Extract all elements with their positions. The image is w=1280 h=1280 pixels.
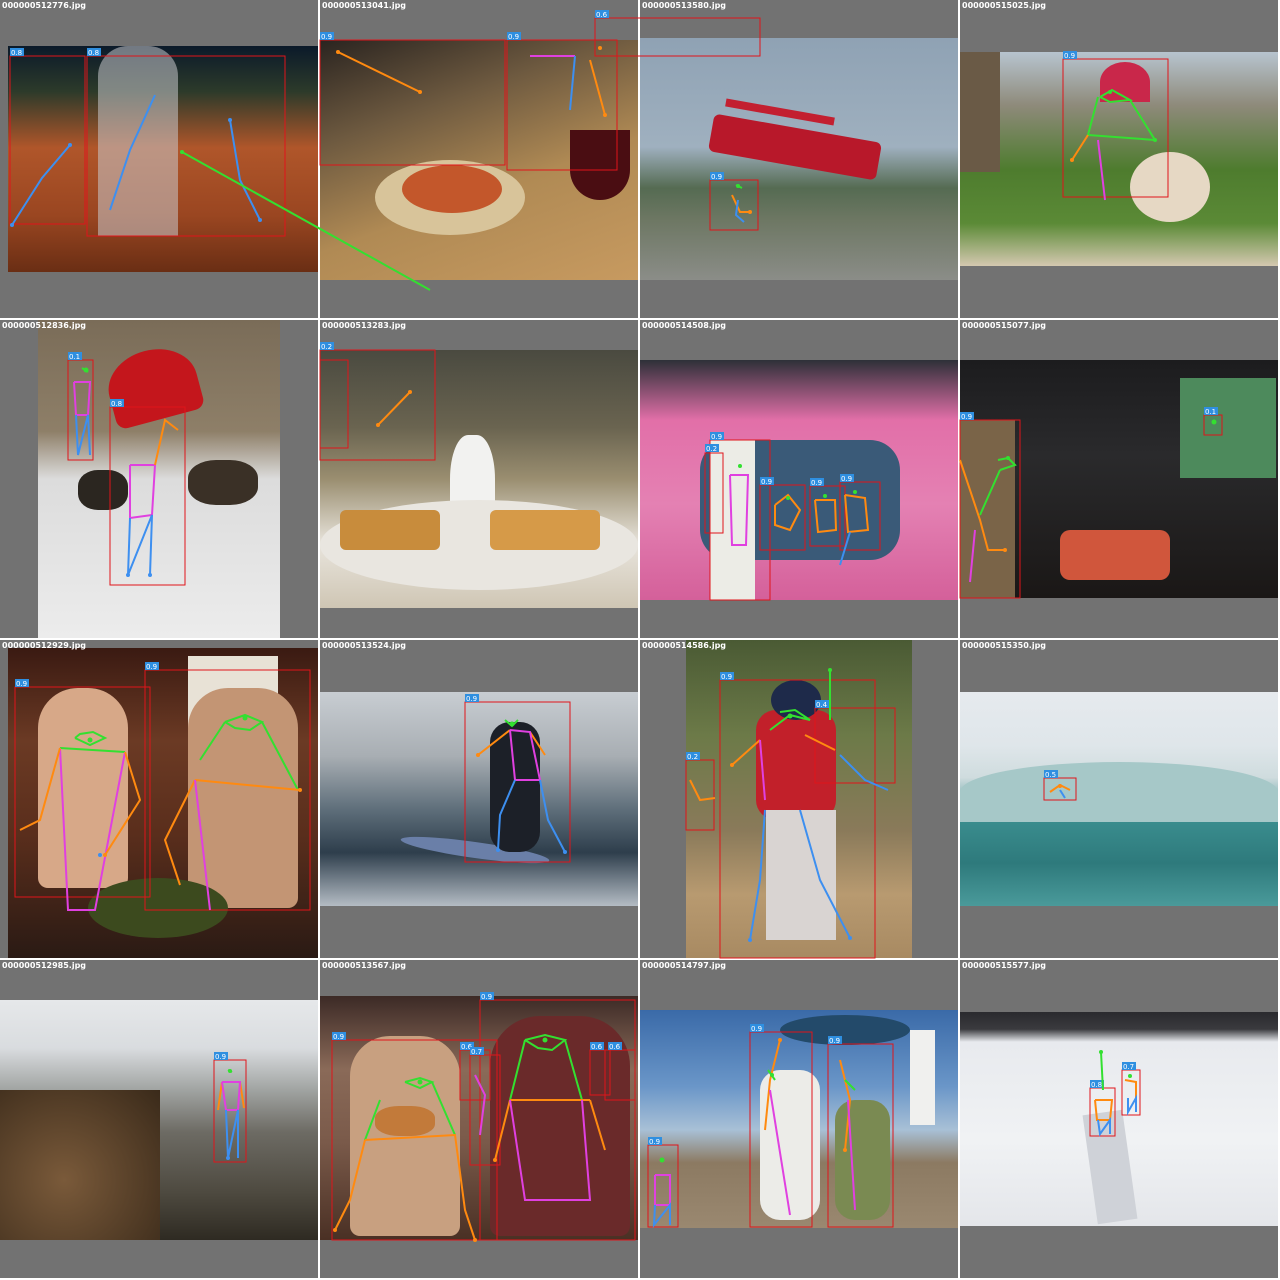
tile-514508: 000000514508.jpg 0.9 0.2 0.9 0.9 0.9 [640,320,958,638]
photo-baseball-batter [686,640,912,958]
photo-surfer-wave [320,692,638,906]
photo-pink-tv-booth [640,360,958,600]
photo-rabbid-toy-food [320,350,638,608]
photo-girls-cooking [8,648,318,958]
pose-detection-mosaic: 000000512776.jpg 0.8 0.8 000000513041.jp… [0,0,1280,1280]
photo-bar-projector [960,360,1278,598]
tile-filename: 000000512929.jpg [2,641,87,650]
tile-filename: 000000514508.jpg [642,321,727,330]
photo-baseball-catcher [8,46,318,272]
photo-hotdog-friends [320,996,638,1240]
tile-515025: 000000515025.jpg 0.9 [960,0,1278,318]
tile-512776: 000000512776.jpg 0.8 0.8 [0,0,431,318]
tile-513283: 000000513283.jpg 0.2 [319,320,638,638]
tile-514797: 000000514797.jpg 0.9 0.9 0.9 [640,960,958,1278]
tile-515577: 000000515577.jpg 0.8 0.7 [960,960,1278,1278]
tile-filename: 000000514586.jpg [642,641,727,650]
tile-filename: 000000513041.jpg [322,1,407,10]
tile-515077: 000000515077.jpg 0.9 0.1 [959,320,1278,638]
tile-filename: 000000513283.jpg [322,321,407,330]
tile-513524: 000000513524.jpg 0.9 [320,640,638,958]
tile-filename: 000000512836.jpg [2,321,87,330]
tile-filename: 000000513524.jpg [322,641,407,650]
tile-filename: 000000512776.jpg [2,1,87,10]
tile-filename: 000000515077.jpg [962,321,1047,330]
tile-filename: 000000513580.jpg [642,1,727,10]
photo-biplane-motorcycle [640,38,958,280]
photo-woman-cat [960,52,1278,266]
tile-512985: 000000512985.jpg 0.9 [0,960,318,1278]
tile-513041: 000000513041.jpg 0.9 0.9 0.6 [319,0,761,318]
photo-snow-hikers [960,1012,1278,1226]
photo-big-wave [960,692,1278,906]
tile-filename: 000000515350.jpg [962,641,1047,650]
tile-512929: 000000512929.jpg 0.9 0.9 [0,640,318,958]
tile-filename: 000000512985.jpg [2,961,87,970]
tile-filename: 000000514797.jpg [642,961,727,970]
tile-513580: 000000513580.jpg 0.9 [640,0,958,318]
tile-filename: 000000515025.jpg [962,1,1047,10]
tile-513567: 000000513567.jpg 0.9 0.9 0.6 0.7 0.6 0.6 [320,960,638,1278]
photo-beach-surfer [0,1000,318,1240]
tile-514586: 000000514586.jpg 0.9 0.2 0.4 [640,640,958,959]
tile-512836: 000000512836.jpg 0.1 0.8 [0,320,318,638]
score-label: 0.6 [596,11,608,19]
tile-515350: 000000515350.jpg 0.5 [960,640,1278,958]
photo-pizza-table [320,40,638,280]
photo-umbrella-pier [640,1010,958,1228]
tile-filename: 000000513567.jpg [322,961,407,970]
photo-umbrella-dog-snow [38,320,280,638]
tile-filename: 000000515577.jpg [962,961,1047,970]
